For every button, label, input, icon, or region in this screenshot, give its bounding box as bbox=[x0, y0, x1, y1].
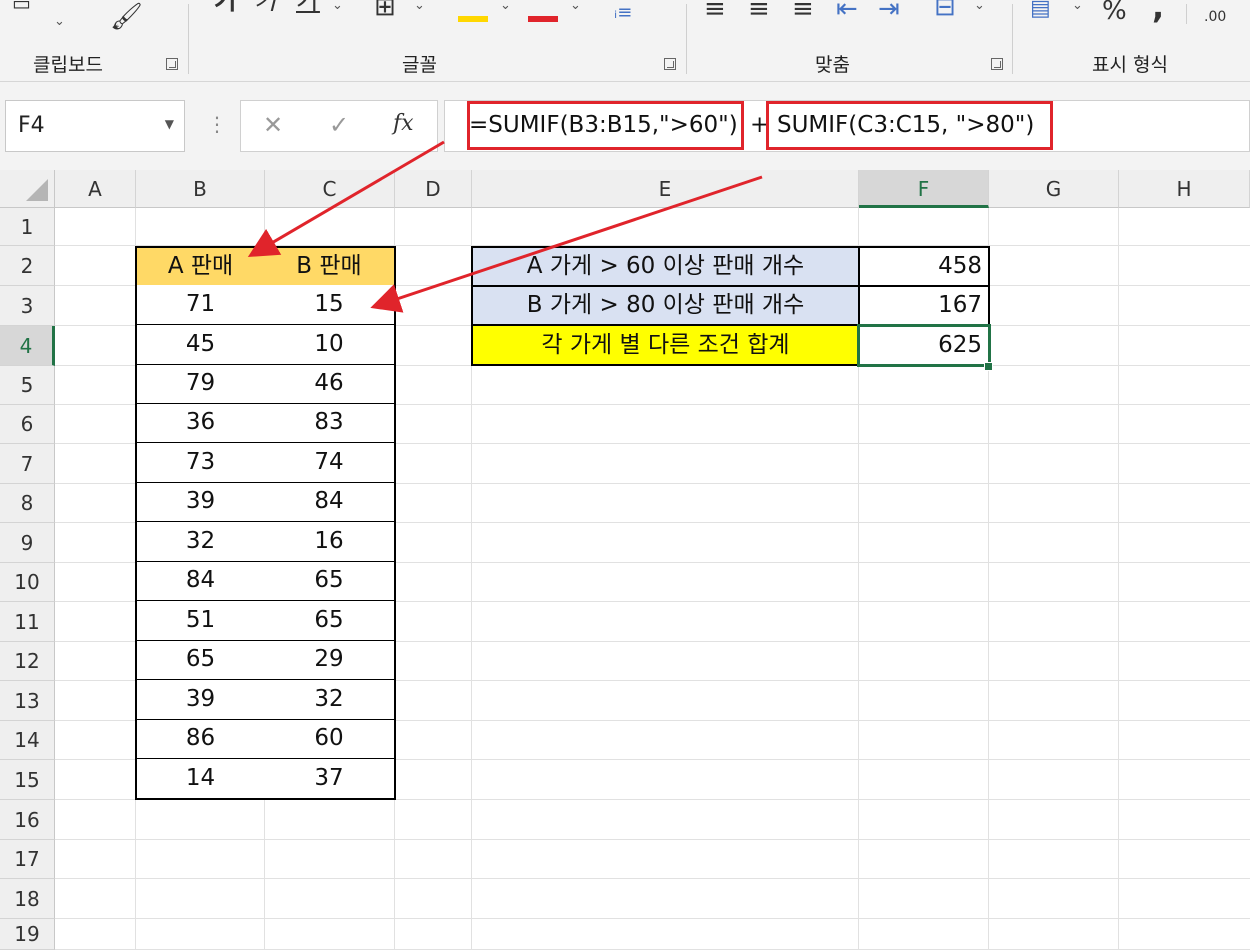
arrow-to-a-column bbox=[247, 140, 445, 258]
arrow-to-b-column bbox=[370, 175, 763, 313]
annotation-arrows bbox=[247, 140, 763, 313]
